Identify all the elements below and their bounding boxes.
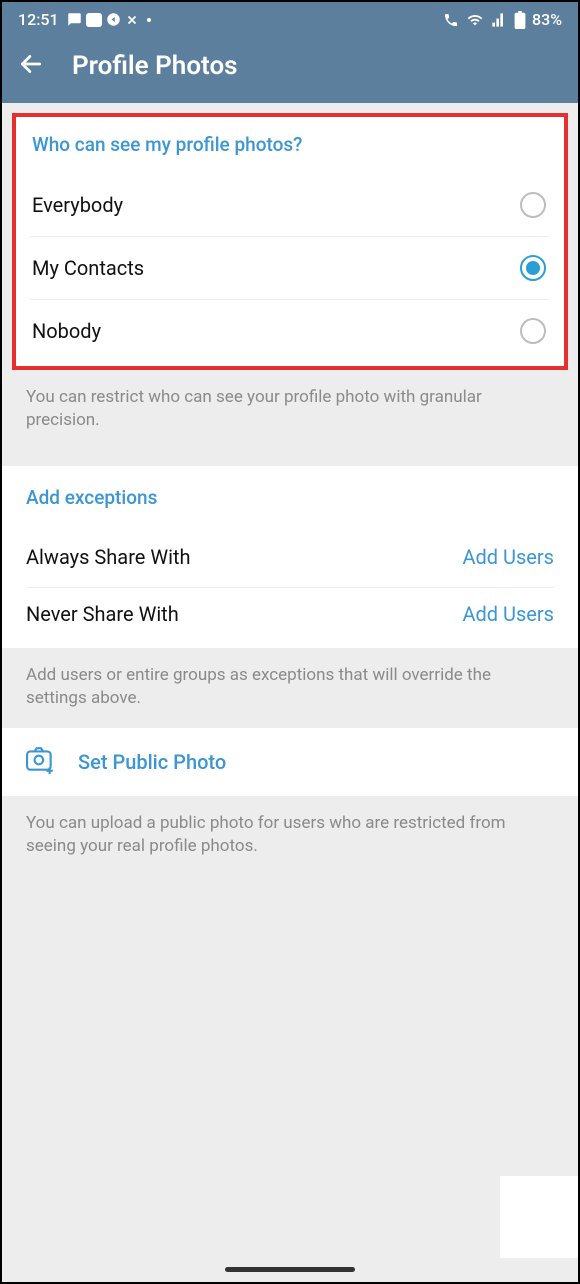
status-app-icons — [67, 12, 151, 27]
radio-label: My Contacts — [32, 256, 144, 280]
exception-label: Never Share With — [26, 602, 179, 626]
signal-icon — [490, 12, 508, 28]
battery-percent: 83% — [532, 10, 562, 29]
radio-label: Nobody — [32, 319, 101, 343]
status-bar: 12:51 83% — [2, 2, 578, 33]
app-header: Profile Photos — [2, 33, 578, 103]
radio-option-nobody[interactable]: Nobody — [30, 300, 550, 362]
white-patch — [500, 1176, 578, 1258]
public-photo-help-text: You can upload a public photo for users … — [2, 796, 578, 876]
radio-label: Everybody — [32, 193, 123, 217]
status-right-icons: 83% — [442, 10, 562, 29]
radio-option-everybody[interactable]: Everybody — [30, 174, 550, 237]
exceptions-section-title: Add exceptions — [26, 486, 554, 531]
radio-unchecked-icon — [520, 318, 546, 344]
page-title: Profile Photos — [72, 51, 238, 81]
exceptions-help-text: Add users or entire groups as exceptions… — [2, 648, 578, 728]
set-public-photo-label: Set Public Photo — [78, 750, 226, 774]
visibility-section-title: Who can see my profile photos? — [30, 125, 550, 174]
back-arrow-icon[interactable] — [18, 51, 44, 81]
call-icon — [442, 12, 460, 28]
add-users-button[interactable]: Add Users — [462, 602, 554, 626]
status-time: 12:51 — [18, 10, 59, 29]
wifi-icon — [466, 12, 484, 28]
always-share-row[interactable]: Always Share With Add Users — [26, 531, 554, 588]
radio-unchecked-icon — [520, 192, 546, 218]
never-share-row[interactable]: Never Share With Add Users — [26, 588, 554, 644]
add-users-button[interactable]: Add Users — [462, 545, 554, 569]
visibility-section-highlight: Who can see my profile photos? Everybody… — [12, 113, 568, 370]
radio-checked-icon — [520, 255, 546, 281]
radio-option-my-contacts[interactable]: My Contacts — [30, 237, 550, 300]
set-public-photo-button[interactable]: Set Public Photo — [2, 728, 578, 796]
nav-pill[interactable] — [225, 1267, 355, 1272]
visibility-help-text: You can restrict who can see your profil… — [2, 370, 578, 450]
battery-icon — [514, 11, 526, 29]
exceptions-section: Add exceptions Always Share With Add Use… — [2, 466, 578, 648]
camera-add-icon — [26, 746, 56, 778]
empty-space — [2, 876, 578, 1261]
exception-label: Always Share With — [26, 545, 191, 569]
system-nav-bar — [2, 1261, 578, 1282]
